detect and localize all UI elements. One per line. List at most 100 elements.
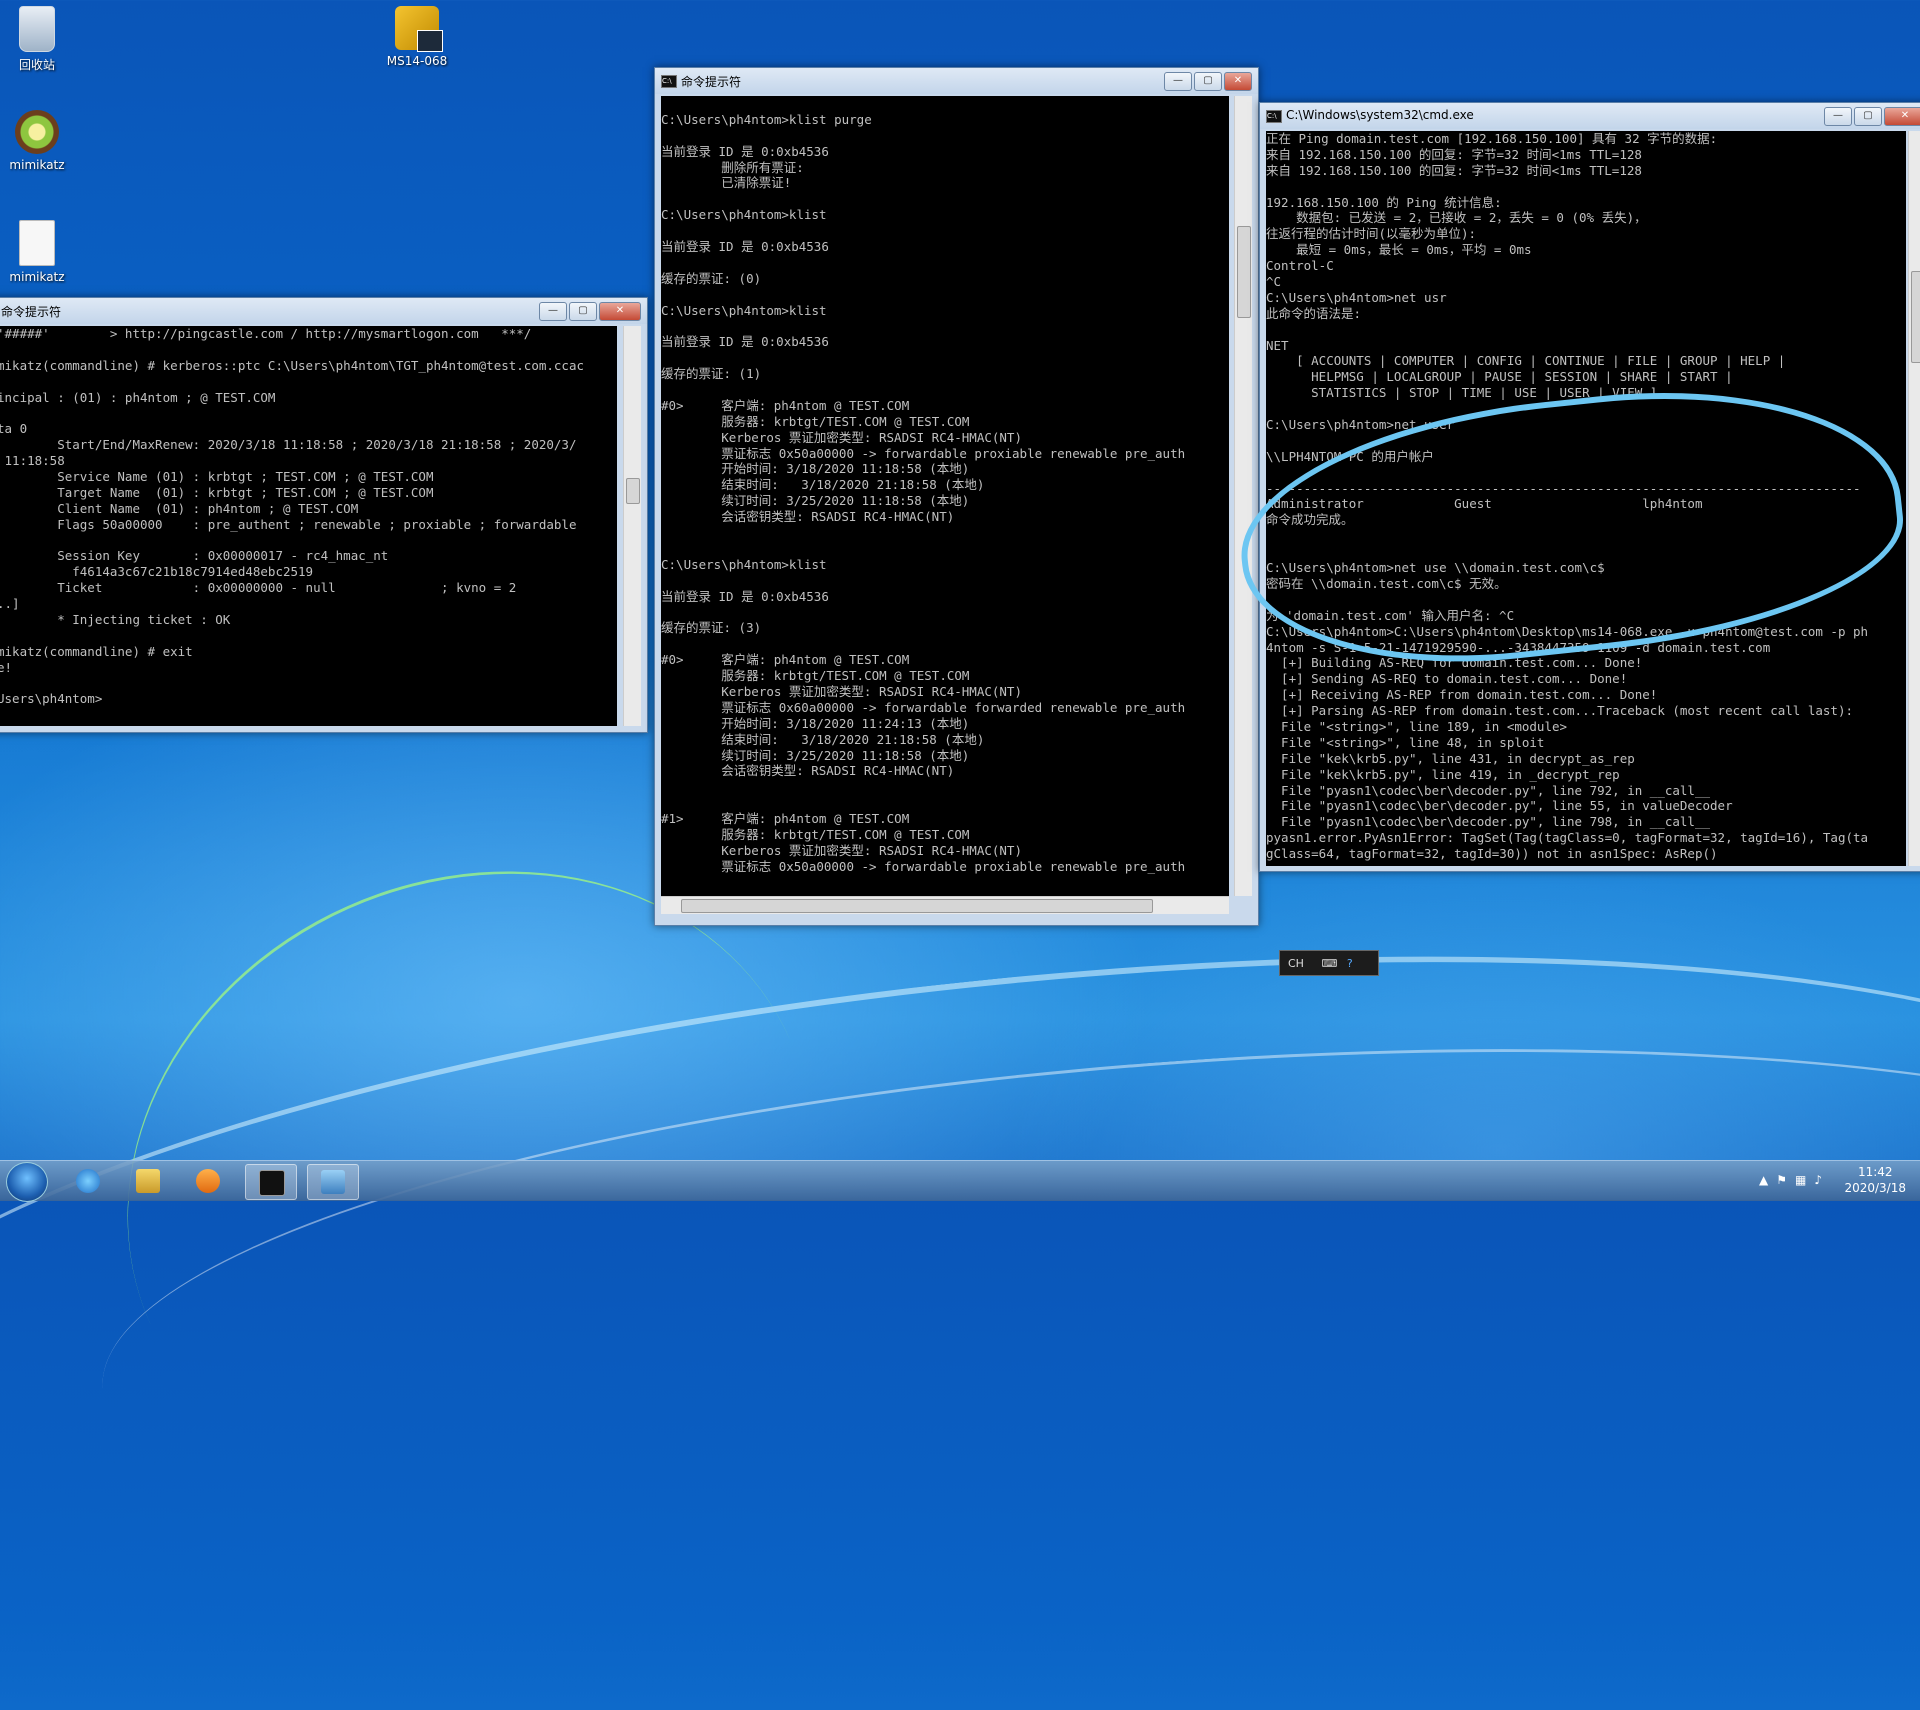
console-line: \\LPH4NTOM-PC 的用户帐户 bbox=[1266, 448, 1434, 464]
tray-arrow-icon[interactable]: ▲ bbox=[1759, 1173, 1776, 1187]
taskbar-explorer[interactable] bbox=[123, 1164, 173, 1198]
close-button[interactable]: ✕ bbox=[1224, 72, 1252, 91]
taskbar-ie[interactable] bbox=[63, 1164, 113, 1198]
console-line: 开始时间: 3/18/2020 11:24:13 (本地) bbox=[661, 715, 970, 731]
vertical-scrollbar[interactable] bbox=[1234, 96, 1252, 896]
desktop-icon-ms14-068[interactable]: MS14-068 bbox=[377, 6, 457, 68]
console-line: 票证标志 0x50a00000 -> forwardable proxiable… bbox=[661, 445, 1186, 461]
minimize-button[interactable]: — bbox=[1164, 72, 1192, 91]
scrollbar-thumb[interactable] bbox=[1911, 271, 1920, 363]
console-line: STATISTICS | STOP | TIME | USE | USER | … bbox=[1266, 385, 1658, 401]
console-line: C:\Users\ph4ntom>net use \\domain.test.c… bbox=[1266, 560, 1605, 576]
window-titlebar[interactable]: C:\ C:\Windows\system32\cmd.exe — ▢ ✕ bbox=[1260, 103, 1920, 129]
console-line: ..] bbox=[0, 596, 20, 612]
ie-icon bbox=[76, 1169, 100, 1193]
console-line: 当前登录 ID 是 0:0xb4536 bbox=[661, 334, 829, 350]
scrollbar-thumb[interactable] bbox=[1237, 226, 1251, 318]
console-line: f4614a3c67c21b18c7914ed48ebc2519 bbox=[0, 564, 314, 580]
console-line: 当前登录 ID 是 0:0xb4536 bbox=[661, 239, 829, 255]
system-tray[interactable]: ▲⚑▦♪ bbox=[1759, 1173, 1830, 1187]
horizontal-scrollbar[interactable] bbox=[661, 896, 1229, 914]
maximize-button[interactable]: ▢ bbox=[1194, 72, 1222, 91]
console-output[interactable]: C:\Users\ph4ntom>klist purge 当前登录 ID 是 0:… bbox=[661, 96, 1229, 896]
cmd-window-left[interactable]: 命令提示符 — ▢ ✕ '#####' > http://pingcastle.… bbox=[0, 297, 648, 733]
close-button[interactable]: ✕ bbox=[1884, 107, 1920, 126]
vertical-scrollbar[interactable] bbox=[623, 326, 641, 726]
maximize-button[interactable]: ▢ bbox=[569, 302, 597, 321]
window-titlebar[interactable]: C:\ 命令提示符 — ▢ ✕ bbox=[655, 68, 1258, 94]
console-output[interactable]: '#####' > http://pingcastle.com / http:/… bbox=[0, 326, 617, 726]
console-line: File "kek\krb5.py", line 419, in _decryp… bbox=[1266, 766, 1620, 782]
console-line: 往返行程的估计时间(以毫秒为单位): bbox=[1266, 226, 1477, 242]
desktop-icon-label: MS14-068 bbox=[386, 54, 448, 68]
scrollbar-thumb[interactable] bbox=[681, 899, 1153, 913]
taskbar-control-panel[interactable] bbox=[307, 1164, 359, 1200]
taskbar-media-player[interactable] bbox=[183, 1164, 233, 1198]
window-titlebar[interactable]: 命令提示符 — ▢ ✕ bbox=[0, 298, 647, 324]
minimize-button[interactable]: — bbox=[1824, 107, 1852, 126]
console-line: 会话密钥类型: RSADSI RC4-HMAC(NT) bbox=[661, 509, 955, 525]
console-line: Flags 50a00000 : pre_authent ; renewable… bbox=[0, 516, 577, 532]
console-line: [ ACCOUNTS | COMPUTER | CONFIG | CONTINU… bbox=[1266, 353, 1786, 369]
cmd-window-right[interactable]: C:\ C:\Windows\system32\cmd.exe — ▢ ✕ 正在… bbox=[1259, 102, 1920, 872]
console-line: 缓存的票证: (1) bbox=[661, 366, 762, 382]
taskbar-cmd[interactable] bbox=[245, 1164, 297, 1200]
console-line: Session Key : 0x00000017 - rc4_hmac_nt bbox=[0, 548, 389, 564]
console-line: #0> 客户端: ph4ntom @ TEST.COM bbox=[661, 397, 910, 413]
desktop-icon-label: mimikatz bbox=[9, 158, 65, 172]
action-center-icon[interactable]: ⚑ bbox=[1776, 1173, 1795, 1187]
console-line: Client Name (01) : ph4ntom ; @ TEST.COM bbox=[0, 500, 359, 516]
console-line: mikatz(commandline) # kerberos::ptc C:\U… bbox=[0, 357, 584, 373]
console-line: [+] Parsing AS-REP from domain.test.com.… bbox=[1266, 703, 1853, 719]
console-line: File "kek\krb5.py", line 431, in decrypt… bbox=[1266, 750, 1635, 766]
minimize-button[interactable]: — bbox=[539, 302, 567, 321]
console-line: Control-C bbox=[1266, 258, 1334, 274]
console-line: [+] Building AS-REQ for domain.test.com.… bbox=[1266, 655, 1643, 671]
close-button[interactable]: ✕ bbox=[599, 302, 641, 321]
console-line: 服务器: krbtgt/TEST.COM @ TEST.COM bbox=[661, 826, 970, 842]
language-bar[interactable]: CH ⌨ ? bbox=[1279, 950, 1379, 976]
taskbar: ▲⚑▦♪ 11:42 2020/3/18 bbox=[0, 1160, 1920, 1202]
explorer-icon bbox=[136, 1169, 160, 1193]
console-line: pyasn1.error.PyAsn1Error: TagSet(Tag(tag… bbox=[1266, 830, 1869, 846]
console-line: 已清除票证! bbox=[661, 175, 792, 191]
volume-icon[interactable]: ♪ bbox=[1814, 1173, 1830, 1187]
console-line: 命令成功完成。 bbox=[1266, 512, 1354, 528]
vertical-scrollbar[interactable] bbox=[1908, 131, 1920, 866]
clock-date: 2020/3/18 bbox=[1844, 1181, 1906, 1195]
console-line: mikatz(commandline) # exit bbox=[0, 643, 193, 659]
console-line: File "pyasn1\codec\ber\decoder.py", line… bbox=[1266, 782, 1711, 798]
network-icon[interactable]: ▦ bbox=[1795, 1173, 1814, 1187]
windows-start-icon[interactable] bbox=[6, 1162, 48, 1202]
desktop-icon-recycle-bin[interactable]: 回收站 bbox=[0, 6, 77, 73]
clock[interactable]: 11:42 2020/3/18 bbox=[1844, 1164, 1906, 1196]
cmd-window-middle[interactable]: C:\ 命令提示符 — ▢ ✕ C:\Users\ph4ntom>klist p… bbox=[654, 67, 1259, 926]
console-line: incipal : (01) : ph4ntom ; @ TEST.COM bbox=[0, 389, 276, 405]
desktop-icon-mimikatz-file[interactable]: mimikatz bbox=[0, 220, 77, 284]
maximize-button[interactable]: ▢ bbox=[1854, 107, 1882, 126]
console-line: 192.168.150.100 的 Ping 统计信息: bbox=[1266, 194, 1502, 210]
console-line: 密码在 \\domain.test.com\c$ 无效。 bbox=[1266, 575, 1507, 591]
console-line: Ticket : 0x00000000 - null ; kvno = 2 bbox=[0, 580, 517, 596]
console-output[interactable]: 正在 Ping domain.test.com [192.168.150.100… bbox=[1266, 131, 1906, 866]
console-line: Service Name (01) : krbtgt ; TEST.COM ; … bbox=[0, 469, 434, 485]
scrollbar-thumb[interactable] bbox=[626, 478, 640, 504]
window-title: 命令提示符 bbox=[1, 305, 62, 319]
console-line: 会话密钥类型: RSADSI RC4-HMAC(NT) bbox=[661, 763, 955, 779]
desktop-icon-mimikatz-exe[interactable]: mimikatz bbox=[0, 110, 77, 172]
console-line: 此命令的语法是: bbox=[1266, 305, 1362, 321]
